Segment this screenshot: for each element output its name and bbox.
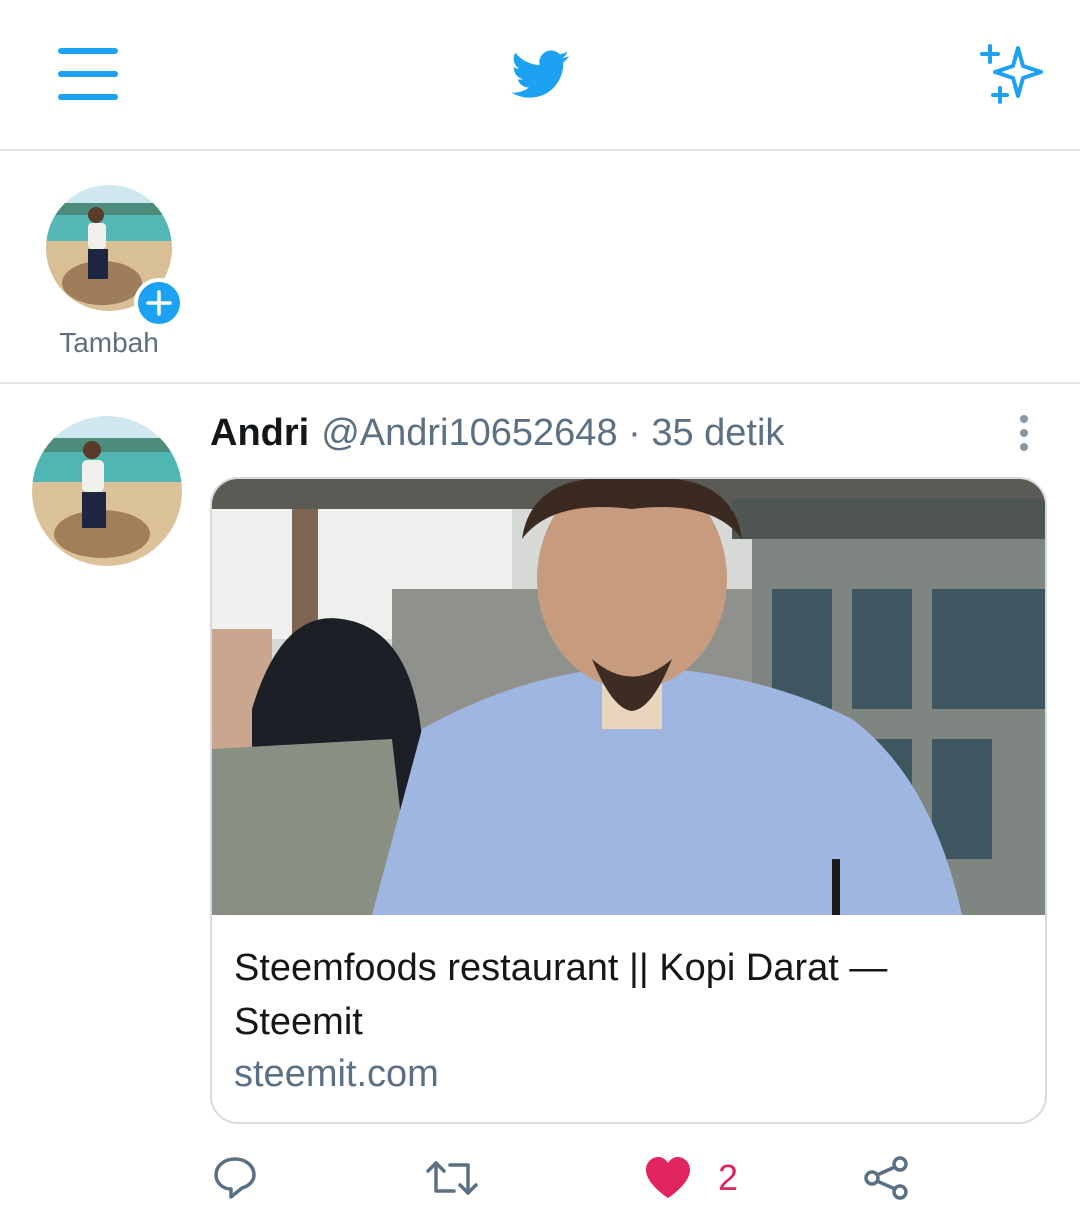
- fleets-row: Tambah: [0, 151, 1080, 384]
- reply-button[interactable]: [212, 1152, 258, 1204]
- tweet-header: Andri @Andri10652648 · 35 detik: [210, 408, 784, 458]
- heart-icon: [646, 1157, 690, 1198]
- card-domain: steemit.com: [234, 1053, 439, 1095]
- retweet-button[interactable]: [424, 1152, 480, 1204]
- card-title: Steemfoods restaurant || Kopi Darat — St…: [234, 947, 888, 1043]
- card-preview-image: [212, 479, 1045, 915]
- sparkle-top-tweets-icon[interactable]: [978, 42, 1048, 108]
- share-icon: [864, 1156, 908, 1200]
- author-name[interactable]: Andri: [210, 412, 309, 455]
- fleet-add-label: Tambah: [59, 327, 159, 358]
- author-handle-and-time: @Andri10652648 · 35 detik: [321, 411, 785, 454]
- tweet-author-avatar[interactable]: [32, 416, 182, 566]
- share-button[interactable]: [862, 1152, 912, 1204]
- hamburger-menu-icon[interactable]: [56, 44, 120, 104]
- plus-icon[interactable]: [134, 278, 184, 328]
- more-vertical-icon[interactable]: [1008, 413, 1040, 453]
- retweet-icon: [426, 1161, 478, 1195]
- twitter-bird-icon[interactable]: [508, 45, 574, 103]
- top-app-bar: [0, 0, 1080, 151]
- avatar-photo: [32, 416, 182, 566]
- like-button[interactable]: 2: [644, 1152, 738, 1204]
- link-card[interactable]: Steemfoods restaurant || Kopi Darat — St…: [210, 477, 1047, 1124]
- reply-icon: [214, 1157, 256, 1199]
- like-count: 2: [718, 1157, 739, 1198]
